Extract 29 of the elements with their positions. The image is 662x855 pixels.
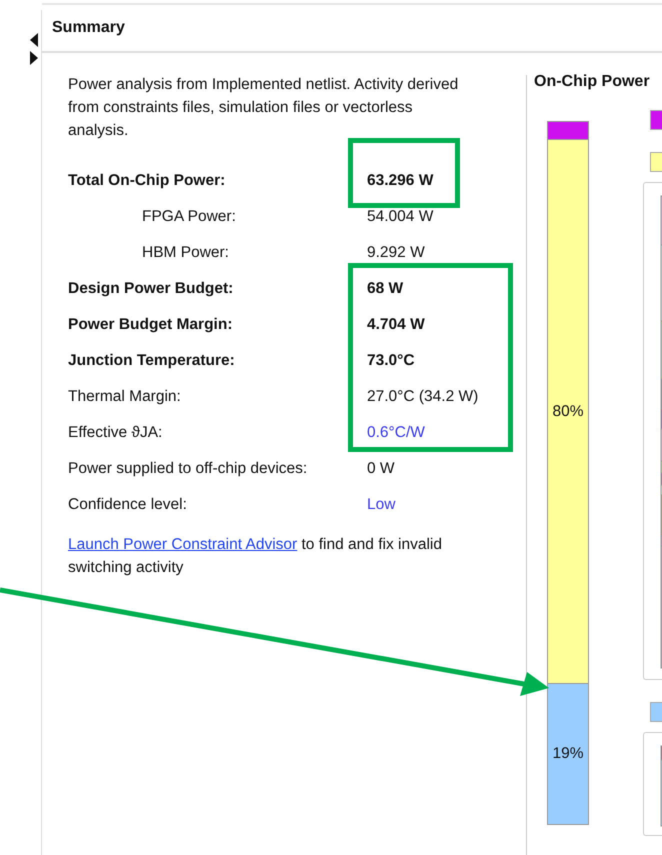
description-text: Power analysis from Implemented netlist. Activity derived from constraints files, simulation files or vectorless analysis. — [68, 75, 460, 141]
expand-right-icon[interactable] — [30, 51, 38, 65]
metric-label: Power Budget Margin: — [68, 315, 234, 335]
metric-label: Effective ϑJA: — [68, 423, 164, 443]
metric-label: Confidence level: — [68, 495, 188, 515]
metric-label: FPGA Power: — [141, 207, 237, 227]
advisor-text: Launch Power Constraint Advisor to find and fix invalid switching activity — [68, 535, 443, 578]
metric-label: HBM Power: — [141, 243, 230, 263]
metric-value: 4.704 W — [367, 315, 426, 335]
chart-title: On-Chip Power — [534, 73, 651, 91]
metric-value: Low — [367, 495, 396, 515]
bar-segment: 80% — [548, 138, 588, 684]
metric-value: 0 W — [367, 459, 396, 479]
metric-value: 27.0°C (34.2 W) — [367, 387, 480, 407]
metric-value: 73.0°C — [367, 351, 416, 371]
advisor-link[interactable]: Launch Power Constraint Advisor — [68, 536, 298, 553]
bar-segment: 19% — [548, 683, 588, 824]
metric-label: Junction Temperature: — [68, 351, 236, 371]
metric-label: Power supplied to off-chip devices: — [68, 459, 308, 479]
metric-label: Design Power Budget: — [68, 279, 234, 299]
metric-value: 63.296 W — [367, 171, 434, 191]
metric-value: 0.6°C/W — [367, 423, 426, 443]
section-title: Summary — [52, 19, 125, 37]
metric-value: 9.292 W — [367, 243, 426, 263]
metric-label: Total On-Chip Power: — [68, 171, 226, 191]
metric-value: 68 W — [367, 279, 404, 299]
metric-value: 54.004 W — [367, 207, 434, 227]
metric-label: Thermal Margin: — [68, 387, 182, 407]
collapse-left-icon[interactable] — [30, 33, 38, 47]
